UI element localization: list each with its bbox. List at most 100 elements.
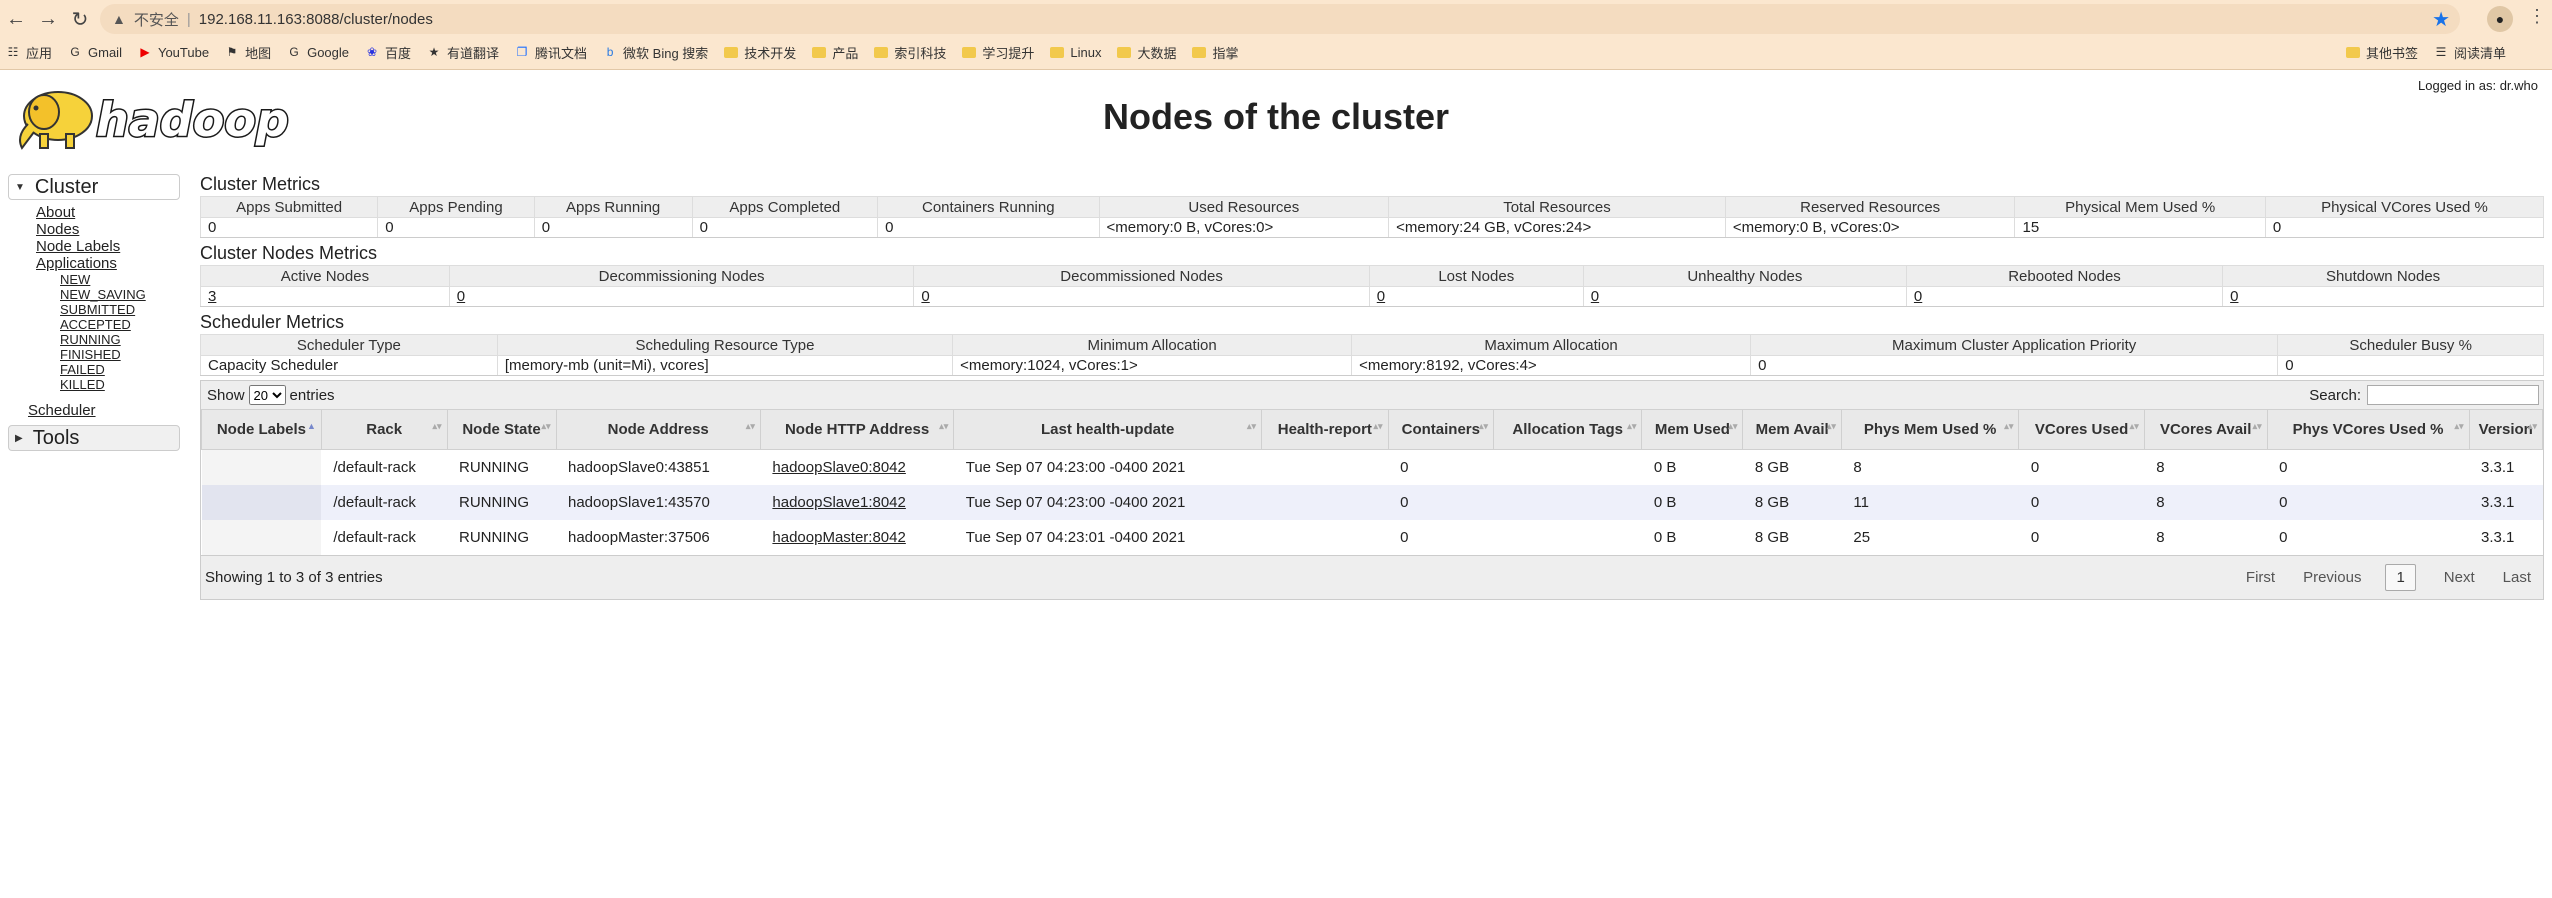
bookmark-item[interactable]: Linux — [1050, 45, 1101, 60]
bookmark-item[interactable]: 索引科技 — [874, 43, 946, 62]
bookmark-item[interactable]: ☰ 阅读清单 — [2434, 43, 2506, 62]
bookmark-label: 应用 — [26, 45, 53, 61]
column-header-phys-vcores-used[interactable]: Phys VCores Used % ▴▾ — [2266, 409, 2470, 450]
browser-menu-icon[interactable]: ⋮ — [2528, 6, 2546, 32]
metric-value-maximum-allocation: <memory:8192, vCores:4> — [1351, 355, 1752, 376]
pager-next-button[interactable]: Next — [2444, 569, 2475, 586]
bookmark-item[interactable]: ☷ 应用 — [6, 43, 52, 62]
sidebar-link-state-failed[interactable]: FAILED — [60, 362, 180, 377]
bookmark-label: 有道翻译 — [447, 45, 500, 61]
table-cell-vcores-used: 0 — [2018, 519, 2145, 555]
sidebar-link-applications[interactable]: Applications — [36, 255, 180, 272]
node-http-address-link[interactable]: hadoopSlave1:8042 — [772, 494, 905, 511]
metric-header-apps-running: Apps Running — [533, 196, 693, 218]
column-header-mem-used[interactable]: Mem Used ▴▾ — [1641, 409, 1744, 450]
pager-first-button[interactable]: First — [2246, 569, 2275, 586]
bookmark-item[interactable]: 指掌 — [1192, 43, 1238, 62]
bookmark-item[interactable]: ❐ 腾讯文档 — [515, 43, 587, 62]
bookmark-item[interactable]: 技术开发 — [724, 43, 796, 62]
profile-avatar-icon[interactable]: ● — [2487, 6, 2513, 32]
column-header-mem-avail[interactable]: Mem Avail ▴▾ — [1742, 409, 1842, 450]
column-header-node-http-address[interactable]: Node HTTP Address ▴▾ — [759, 409, 955, 450]
column-header-label: Node HTTP Address — [784, 421, 930, 438]
sort-both-icon: ▴▾ — [1826, 421, 1836, 431]
bookmark-item[interactable]: 产品 — [812, 43, 858, 62]
bookmark-label: 指掌 — [1212, 45, 1239, 61]
table-cell-mem-used: 0 B — [1641, 449, 1743, 485]
metric-header-used-resources: Used Resources — [1098, 196, 1390, 218]
bookmark-item[interactable]: ❀ 百度 — [365, 43, 411, 62]
reload-icon[interactable]: ↻ — [66, 5, 94, 33]
metric-header-apps-pending: Apps Pending — [377, 196, 535, 218]
bookmark-item[interactable]: 大数据 — [1117, 43, 1176, 62]
back-arrow-icon[interactable]: ← — [2, 5, 30, 33]
metric-header-minimum-allocation: Minimum Allocation — [952, 334, 1353, 356]
metric-link-decommissioned-nodes[interactable]: 0 — [921, 288, 929, 305]
search-input[interactable] — [2367, 385, 2539, 405]
column-header-node-state[interactable]: Node State ▴▾ — [446, 409, 557, 450]
metric-value-physical-mem-used: 15 — [2014, 217, 2266, 238]
column-header-allocation-tags[interactable]: Allocation Tags ▴▾ — [1493, 409, 1643, 450]
folder-icon — [874, 46, 889, 58]
url-text[interactable]: 192.168.11.163:8088/cluster/nodes — [199, 11, 433, 28]
table-cell-mem-avail: 8 GB — [1742, 519, 1842, 555]
table-cell-mem-used: 0 B — [1641, 484, 1743, 520]
node-http-address-link[interactable]: hadoopMaster:8042 — [772, 529, 905, 546]
bookmark-item[interactable]: G Gmail — [68, 45, 122, 60]
cluster-section-header[interactable]: ▼ Cluster — [8, 174, 180, 200]
bookmark-star-icon[interactable]: ★ — [2432, 7, 2450, 32]
node-http-address-link[interactable]: hadoopSlave0:8042 — [772, 459, 905, 476]
bookmark-item[interactable]: 学习提升 — [962, 43, 1034, 62]
sidebar-link-state-submitted[interactable]: SUBMITTED — [60, 302, 180, 317]
pager-last-button[interactable]: Last — [2503, 569, 2531, 586]
sidebar-link-scheduler[interactable]: Scheduler — [28, 402, 180, 419]
sidebar-link-state-finished[interactable]: FINISHED — [60, 347, 180, 362]
sidebar-link-node-labels[interactable]: Node Labels — [36, 238, 180, 255]
metric-link-rebooted-nodes[interactable]: 0 — [1914, 288, 1922, 305]
bookmark-item[interactable]: 其他书签 — [2345, 43, 2418, 62]
column-header-rack[interactable]: Rack ▴▾ — [320, 409, 448, 450]
metric-link-shutdown-nodes[interactable]: 0 — [2230, 288, 2238, 305]
column-header-last-health-update[interactable]: Last health-update ▴▾ — [953, 409, 1263, 450]
bookmark-item[interactable]: ⚑ 地图 — [225, 43, 271, 62]
tools-section-header[interactable]: ▶ Tools — [8, 425, 180, 451]
table-cell-vcores-used: 0 — [2018, 484, 2145, 520]
column-header-vcores-avail[interactable]: VCores Avail ▴▾ — [2143, 409, 2268, 450]
sidebar-link-state-new[interactable]: NEW — [60, 272, 180, 287]
column-header-node-labels[interactable]: Node Labels ▲ — [201, 409, 322, 450]
sidebar-link-state-killed[interactable]: KILLED — [60, 377, 180, 392]
column-header-health-report[interactable]: Health-report ▴▾ — [1261, 409, 1389, 450]
metric-header-apps-completed: Apps Completed — [691, 196, 879, 218]
sort-both-icon: ▴▾ — [2527, 421, 2537, 431]
address-bar[interactable]: ▲ 不安全 | 192.168.11.163:8088/cluster/node… — [100, 4, 2460, 34]
page-size-select[interactable]: 20 — [248, 385, 286, 405]
bookmark-item[interactable]: G Google — [287, 45, 349, 60]
bookmark-label: 大数据 — [1137, 45, 1177, 61]
metric-link-unhealthy-nodes[interactable]: 0 — [1591, 288, 1599, 305]
forward-arrow-icon[interactable]: → — [34, 5, 62, 33]
column-header-containers[interactable]: Containers ▴▾ — [1387, 409, 1495, 450]
bookmark-label: 索引科技 — [894, 45, 947, 61]
column-header-node-address[interactable]: Node Address ▴▾ — [555, 409, 761, 450]
metric-link-active-nodes[interactable]: 3 — [208, 288, 216, 305]
bookmark-item[interactable]: b 微软 Bing 搜索 — [603, 43, 709, 62]
metric-header-decommissioning-nodes: Decommissioning Nodes — [448, 265, 915, 287]
sidebar-link-state-accepted[interactable]: ACCEPTED — [60, 317, 180, 332]
column-header-vcores-used[interactable]: VCores Used ▴▾ — [2018, 409, 2145, 450]
bookmark-item[interactable]: ★ 有道翻译 — [427, 43, 499, 62]
column-header-version[interactable]: Version ▴▾ — [2468, 409, 2543, 450]
bookmark-item[interactable]: ▶ YouTube — [138, 45, 209, 60]
sidebar-link-nodes[interactable]: Nodes — [36, 221, 180, 238]
column-header-phys-mem-used[interactable]: Phys Mem Used % ▴▾ — [1840, 409, 2020, 450]
sidebar-link-about[interactable]: About — [36, 204, 180, 221]
table-cell-version: 3.3.1 — [2469, 519, 2543, 555]
metric-link-decommissioning-nodes[interactable]: 0 — [457, 288, 465, 305]
column-header-label: Version — [2478, 421, 2533, 438]
pager-previous-button[interactable]: Previous — [2303, 569, 2361, 586]
column-header-label: Last health-update — [1040, 421, 1175, 438]
logged-in-user: Logged in as: dr.who — [2418, 78, 2538, 93]
sidebar-link-state-new-saving[interactable]: NEW_SAVING — [60, 287, 180, 302]
metric-link-lost-nodes[interactable]: 0 — [1377, 288, 1385, 305]
sidebar-link-state-running[interactable]: RUNNING — [60, 332, 180, 347]
pager-page-1-button[interactable]: 1 — [2385, 563, 2416, 591]
